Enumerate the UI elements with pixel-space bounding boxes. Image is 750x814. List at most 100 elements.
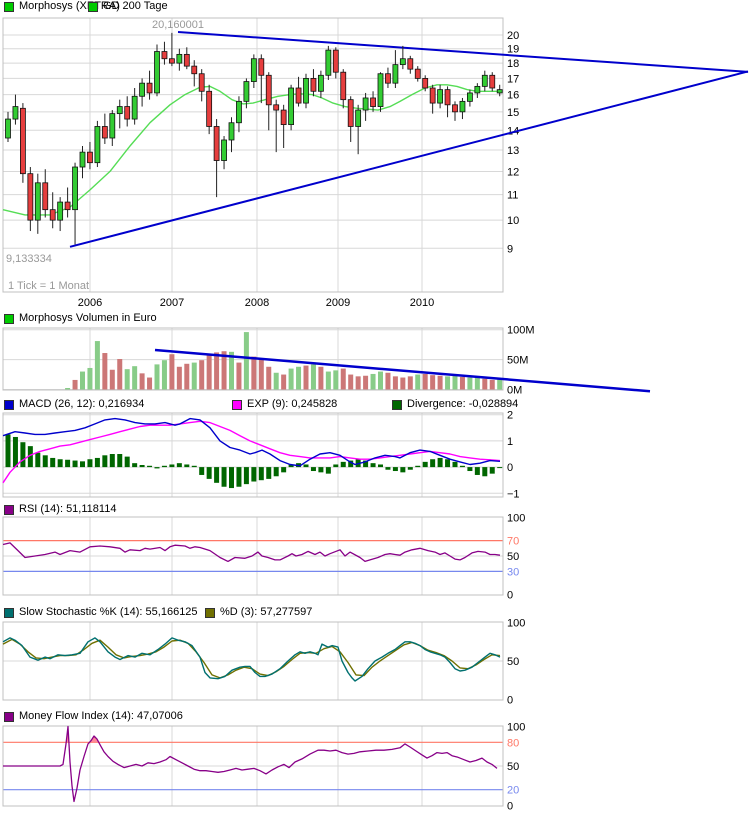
svg-text:50: 50 bbox=[507, 656, 519, 668]
year-label: 2006 bbox=[78, 297, 102, 309]
divergence-bar bbox=[102, 455, 108, 468]
volume-bar bbox=[169, 354, 175, 390]
volume-bar bbox=[385, 372, 391, 390]
candle-body bbox=[168, 58, 175, 64]
svg-text:0M: 0M bbox=[507, 385, 522, 397]
volume-bar bbox=[72, 379, 78, 390]
divergence-bar bbox=[340, 461, 346, 468]
volume-bar bbox=[65, 388, 71, 390]
volume-bar bbox=[392, 376, 398, 390]
candle-body bbox=[221, 139, 227, 161]
svg-text:50: 50 bbox=[507, 761, 519, 773]
candle-body bbox=[437, 89, 444, 104]
divergence-bar bbox=[467, 467, 473, 472]
candle-body bbox=[332, 49, 339, 73]
svg-text:9: 9 bbox=[507, 243, 513, 255]
divergence-bar bbox=[281, 467, 287, 473]
volume-bar bbox=[94, 341, 100, 390]
divergence-bar bbox=[407, 467, 413, 470]
candle-body bbox=[481, 74, 488, 87]
svg-text:10: 10 bbox=[507, 215, 519, 227]
candle-body bbox=[459, 100, 466, 113]
candle-body bbox=[466, 92, 473, 102]
svg-text:80: 80 bbox=[507, 737, 519, 749]
candle-body bbox=[496, 89, 503, 94]
svg-text:0: 0 bbox=[507, 462, 513, 474]
volume-bar bbox=[407, 376, 413, 390]
svg-text:13: 13 bbox=[507, 145, 519, 157]
candle-body bbox=[377, 73, 384, 107]
divergence-bar bbox=[318, 467, 324, 473]
volume-bar bbox=[80, 371, 85, 390]
volume-bar bbox=[281, 374, 287, 390]
volume-bar bbox=[437, 375, 443, 390]
candle-body bbox=[94, 126, 101, 164]
candle-body bbox=[42, 182, 49, 211]
volume-bar bbox=[176, 366, 182, 390]
svg-text:0: 0 bbox=[507, 590, 513, 602]
svg-text:18: 18 bbox=[507, 58, 519, 70]
candle-body bbox=[191, 65, 198, 75]
divergence-bar bbox=[20, 442, 26, 468]
divergence-bar bbox=[35, 452, 41, 468]
divergence-bar bbox=[191, 465, 197, 468]
tick-note: 1 Tick = 1 Monat bbox=[8, 280, 89, 292]
divergence-bar bbox=[199, 467, 205, 475]
price-panel: 2019181716151413121110920,1600019,133334… bbox=[2, 17, 749, 309]
volume-bar bbox=[132, 366, 138, 390]
divergence-bar bbox=[400, 467, 406, 473]
candle-body bbox=[161, 51, 168, 60]
divergence-bar bbox=[57, 459, 63, 468]
divergence-bar bbox=[154, 467, 160, 469]
candle-body bbox=[258, 58, 265, 76]
candle-body bbox=[146, 82, 153, 94]
svg-text:20: 20 bbox=[507, 785, 519, 797]
chart-application: { "header_legend": [ {"label": "Morphosy… bbox=[0, 0, 750, 814]
macd-panel: 2 1 0 −1 bbox=[2, 410, 520, 500]
svg-text:30: 30 bbox=[507, 566, 519, 578]
svg-text:16: 16 bbox=[507, 90, 519, 102]
svg-text:12: 12 bbox=[507, 166, 519, 178]
candle-body bbox=[250, 58, 257, 82]
candle-body bbox=[362, 97, 369, 111]
stoch-panel: 100 50 0 bbox=[2, 618, 525, 707]
volume-bar bbox=[199, 360, 205, 390]
candle-body bbox=[34, 182, 41, 221]
volume-bar bbox=[87, 367, 93, 390]
volume-bar bbox=[489, 379, 495, 390]
volume-bar bbox=[273, 372, 279, 390]
svg-text:19: 19 bbox=[507, 44, 519, 56]
volume-bar bbox=[318, 366, 324, 390]
divergence-bar bbox=[50, 457, 56, 468]
svg-text:50: 50 bbox=[507, 551, 519, 563]
candle-body bbox=[5, 118, 11, 139]
divergence-bar bbox=[370, 463, 376, 468]
candle-body bbox=[310, 78, 317, 92]
volume-bar bbox=[445, 376, 451, 390]
candle-body bbox=[317, 74, 324, 92]
divergence-bar bbox=[273, 467, 279, 477]
svg-text:17: 17 bbox=[507, 73, 519, 85]
volume-bar bbox=[370, 373, 376, 390]
divergence-bar bbox=[310, 467, 316, 472]
volume-bar bbox=[243, 332, 249, 390]
candle-body bbox=[303, 78, 309, 104]
candle-body bbox=[429, 87, 436, 104]
rsi-panel: 100 70 50 30 0 bbox=[2, 513, 525, 602]
svg-text:2: 2 bbox=[507, 410, 513, 422]
volume-bar bbox=[206, 354, 212, 390]
divergence-bar bbox=[489, 467, 495, 474]
candle-body bbox=[72, 166, 78, 211]
candle-body bbox=[176, 53, 183, 64]
volume-bar bbox=[422, 373, 428, 390]
divergence-bar bbox=[437, 457, 443, 468]
volume-bar bbox=[378, 371, 383, 390]
candle-body bbox=[124, 106, 131, 120]
candle-body bbox=[280, 109, 287, 126]
volume-bar bbox=[184, 363, 190, 390]
volume-bar bbox=[474, 376, 480, 390]
svg-text:−1: −1 bbox=[507, 488, 520, 500]
svg-text:1: 1 bbox=[507, 436, 513, 448]
candle-body bbox=[444, 89, 451, 106]
candle-body bbox=[154, 51, 160, 94]
